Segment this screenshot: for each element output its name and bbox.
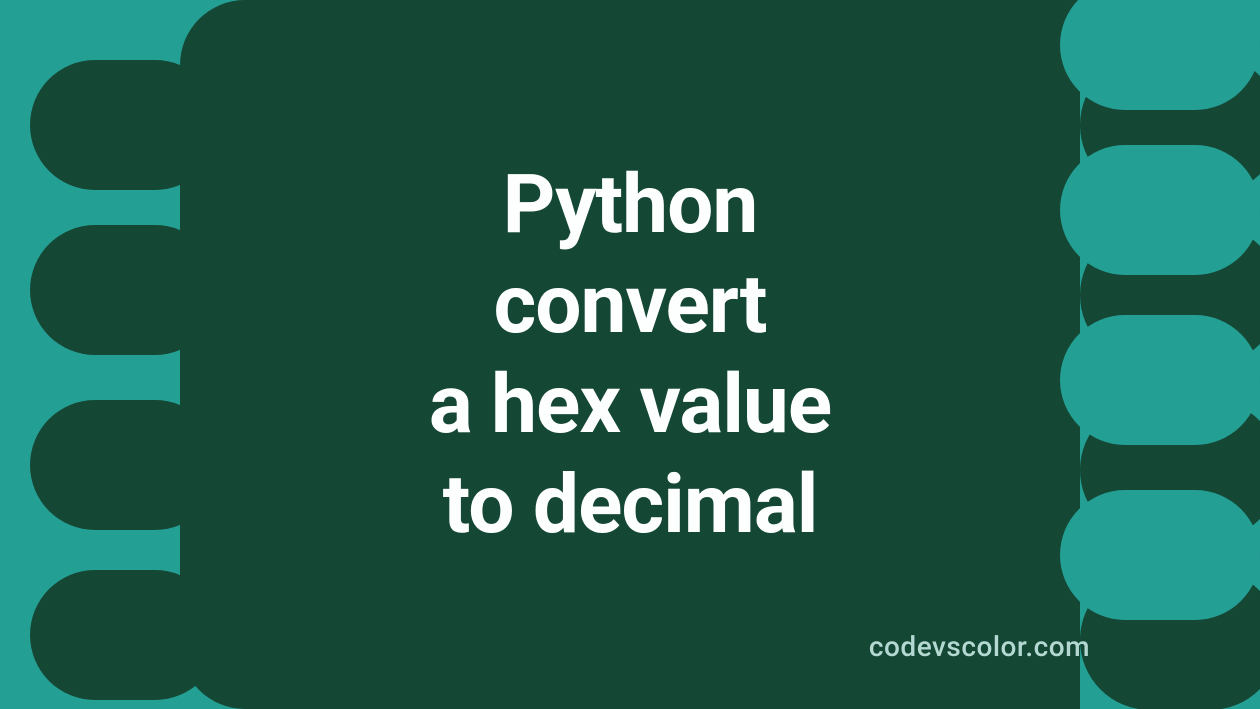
title-line-4: to decimal bbox=[443, 457, 818, 553]
watermark-text: codevscolor.com bbox=[570, 630, 1090, 663]
blob-left-lobe bbox=[30, 570, 220, 700]
banner-canvas: Python convert a hex value to decimal co… bbox=[0, 0, 1260, 709]
title-line-3: a hex value bbox=[429, 357, 831, 453]
banner-title: Python convert a hex value to decimal bbox=[0, 155, 1260, 555]
title-line-1: Python bbox=[503, 157, 758, 253]
blob-right-notch bbox=[1060, 0, 1260, 110]
title-line-2: convert bbox=[493, 257, 766, 353]
